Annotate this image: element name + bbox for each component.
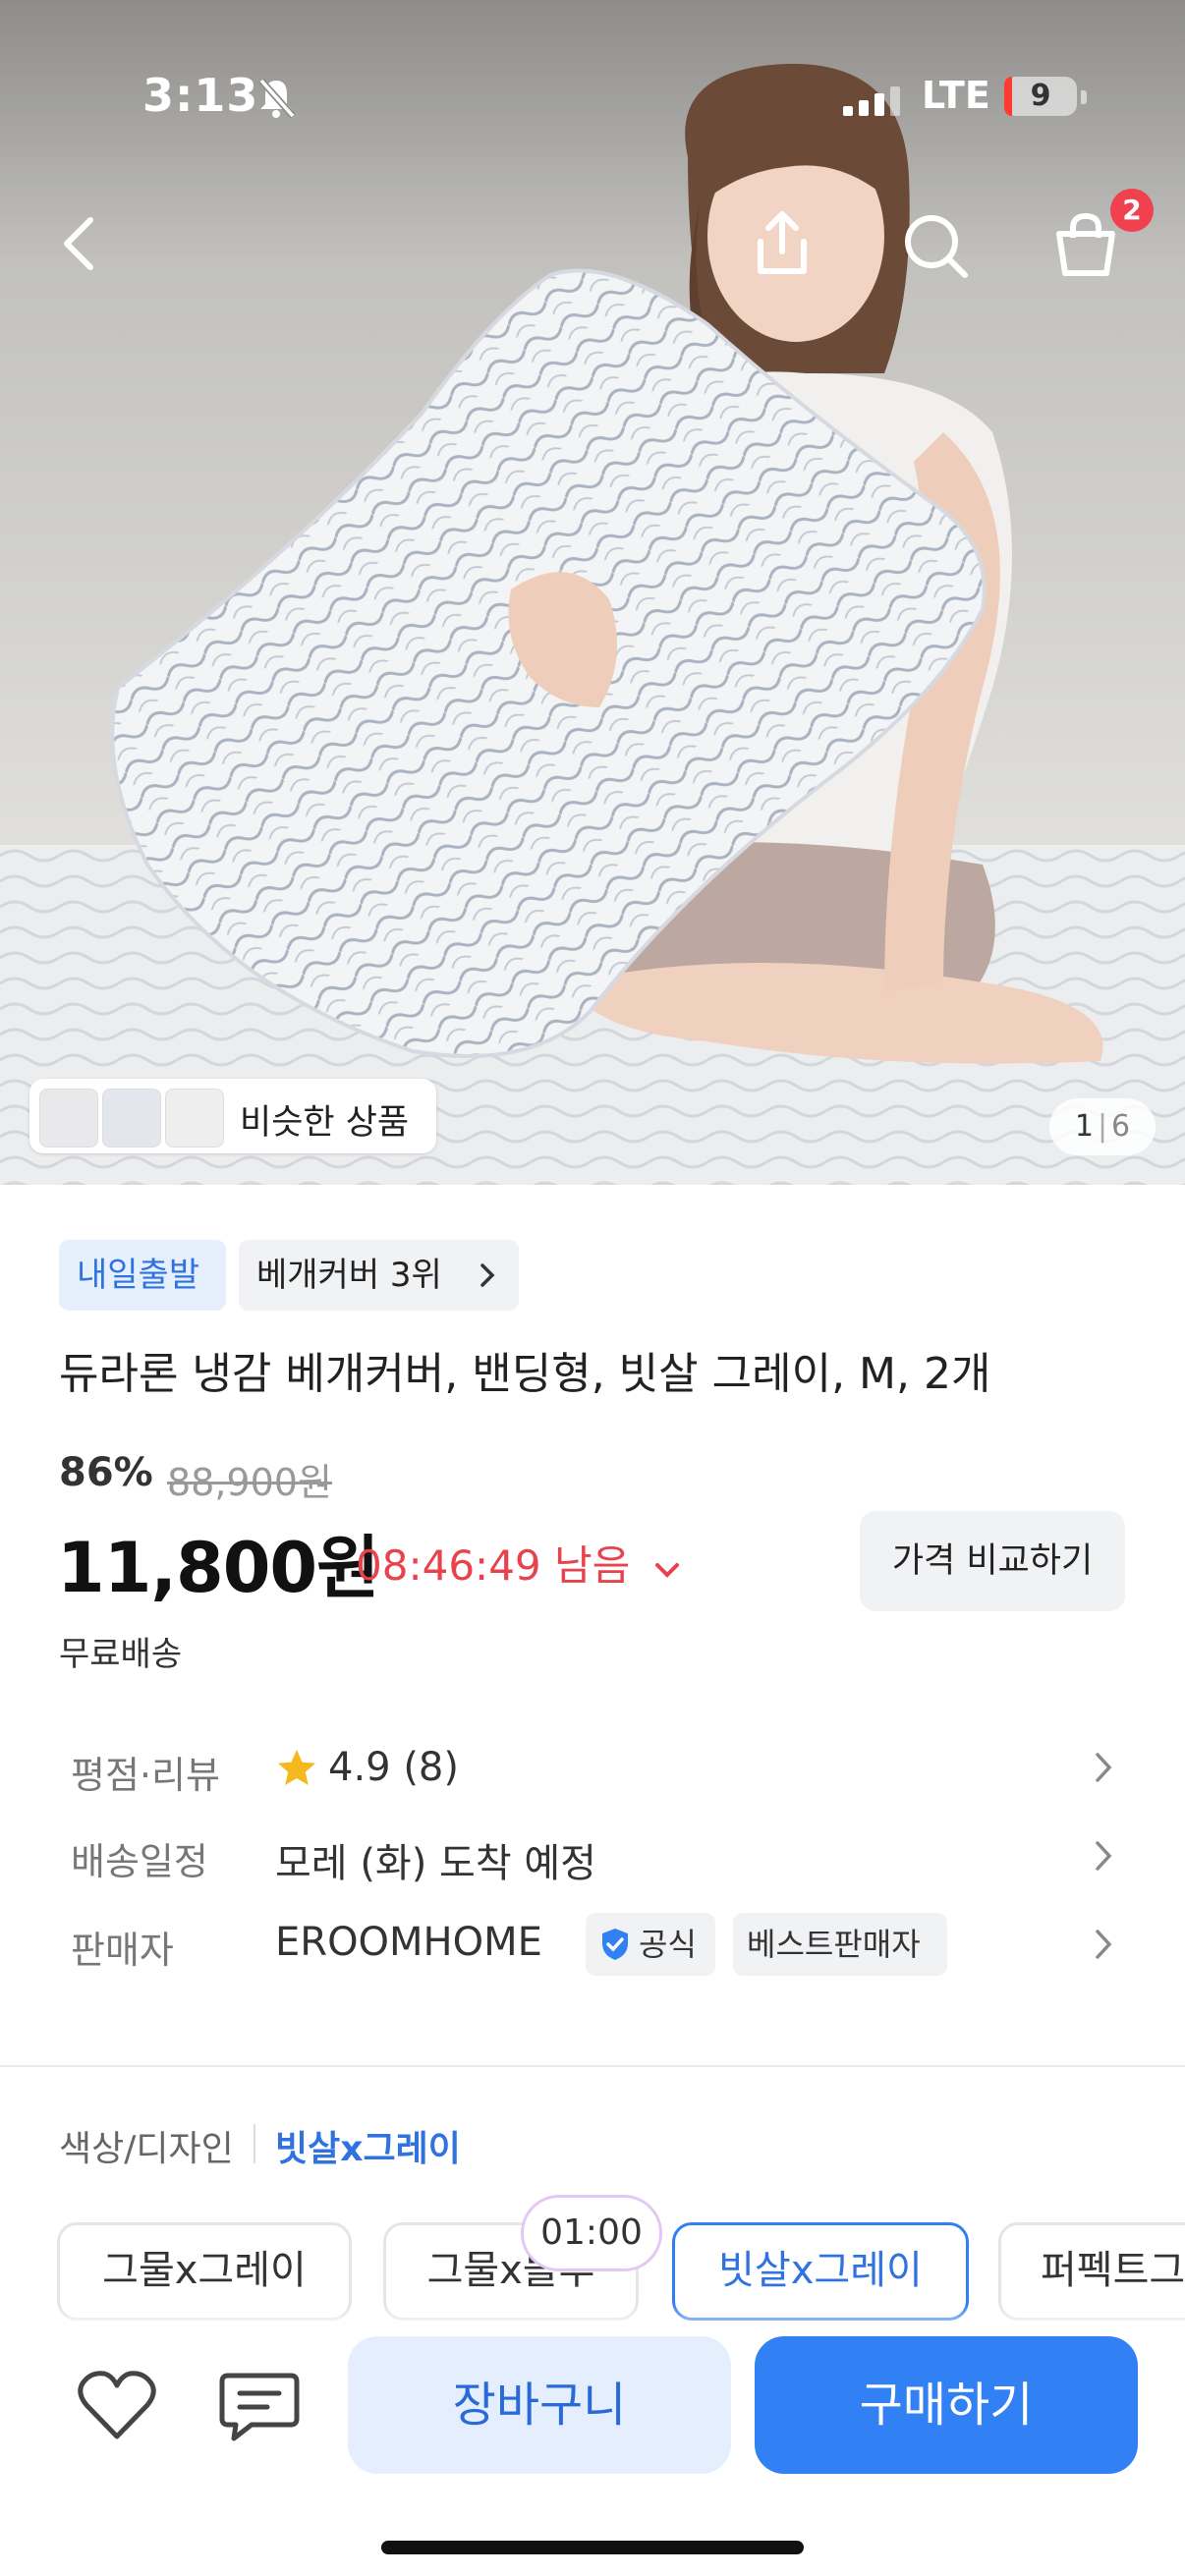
image-page-indicator: 1 | 6 — [1049, 1098, 1156, 1155]
rating-label: 평점·리뷰 — [71, 1754, 220, 1797]
search-icon[interactable] — [902, 212, 971, 281]
rating-value: 4.9 (8) — [328, 1745, 459, 1790]
category-rank-label: 베개커버 3위 — [256, 1256, 442, 1295]
delivery-value: 모레 (화) 도착 예정 — [275, 1841, 596, 1886]
current-page: 1 — [1074, 1109, 1094, 1144]
similar-thumb — [102, 1089, 161, 1148]
product-image-gallery[interactable]: 3:13 LTE 9 2 비슷한 상품 1 | 6 — [0, 0, 1185, 1185]
signal-icon — [843, 86, 900, 116]
delivery-label: 배송일정 — [71, 1840, 208, 1883]
heart-icon[interactable] — [77, 2368, 157, 2442]
chevron-right-icon — [1096, 1841, 1112, 1871]
share-icon[interactable] — [751, 208, 814, 279]
chevron-right-icon — [1096, 1930, 1112, 1959]
sale-price: 11,800원 — [57, 1528, 380, 1608]
deal-timer-text: 08:46:49 남음 — [356, 1541, 631, 1590]
price-compare-button[interactable]: 가격 비교하기 — [860, 1511, 1125, 1611]
verified-shield-icon — [602, 1929, 628, 1960]
delivery-badge: 내일출발 — [59, 1240, 226, 1311]
option-label: 색상/디자인 — [59, 2129, 234, 2169]
deal-timer[interactable]: 08:46:49 남음 — [356, 1533, 681, 1593]
back-arrow-icon[interactable] — [57, 214, 102, 273]
star-icon — [278, 1750, 315, 1785]
status-bar: 3:13 LTE 9 — [0, 69, 1185, 128]
home-indicator[interactable] — [381, 2541, 804, 2554]
seller-label: 판매자 — [71, 1929, 174, 1972]
section-divider — [0, 2065, 1185, 2067]
chevron-down-icon — [654, 1563, 679, 1578]
best-seller-badge: 베스트판매자 — [733, 1913, 947, 1976]
buy-now-button[interactable]: 구매하기 — [755, 2336, 1138, 2474]
chevron-right-icon — [1096, 1753, 1112, 1782]
chat-icon[interactable] — [218, 2370, 301, 2444]
similar-products-label: 비슷한 상품 — [240, 1103, 410, 1143]
product-title: 듀라론 냉감 베개커버, 밴딩형, 빗살 그레이, M, 2개 — [59, 1349, 991, 1399]
total-pages: 6 — [1111, 1109, 1131, 1144]
original-price: 88,900원 — [167, 1461, 332, 1504]
network-type: LTE — [922, 74, 990, 117]
battery-tip — [1081, 90, 1087, 104]
category-rank-badge[interactable]: 베개커버 3위 — [239, 1240, 519, 1311]
similar-thumb — [165, 1089, 224, 1148]
add-to-cart-button[interactable]: 장바구니 — [348, 2336, 731, 2474]
timer-overlay: 01:00 — [521, 2195, 662, 2271]
battery-level: 9 — [1030, 79, 1051, 113]
similar-products-button[interactable]: 비슷한 상품 — [29, 1079, 436, 1153]
discount-rate: 86% — [59, 1450, 153, 1495]
silent-bell-icon — [258, 78, 296, 119]
official-badge: 공식 — [586, 1913, 715, 1976]
similar-thumb — [39, 1089, 98, 1148]
shopping-bag-icon[interactable] — [1051, 210, 1120, 279]
option-separator — [254, 2124, 255, 2163]
product-photo — [0, 0, 1185, 1185]
shipping-info: 무료배송 — [59, 1635, 183, 1674]
official-badge-label: 공식 — [639, 1926, 697, 1963]
cart-count-badge: 2 — [1110, 189, 1154, 232]
battery-icon: 9 — [1004, 77, 1077, 116]
seller-name: EROOMHOME — [275, 1920, 542, 1965]
selected-option: 빗살x그레이 — [275, 2129, 461, 2169]
status-time: 3:13 — [142, 69, 259, 122]
chevron-right-icon — [480, 1263, 495, 1287]
